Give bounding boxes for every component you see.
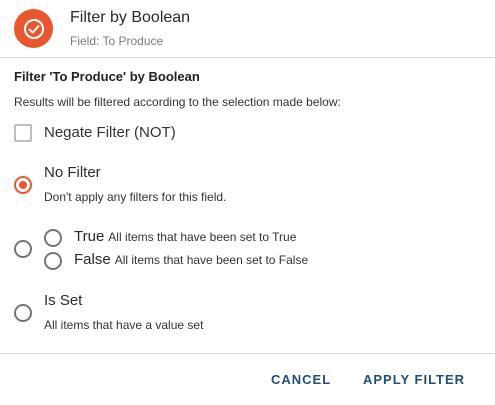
check-circle-icon: [14, 9, 53, 48]
true-label: True: [74, 228, 105, 245]
is-set-radio[interactable]: [14, 304, 32, 322]
dialog-subtitle: Field: To Produce: [70, 34, 164, 48]
section-description: Results will be filtered according to th…: [14, 95, 341, 109]
false-radio[interactable]: [44, 252, 62, 270]
cancel-button[interactable]: CANCEL: [271, 372, 331, 387]
is-set-description: All items that have a value set: [44, 318, 204, 332]
true-description: All items that have been set to True: [108, 230, 297, 244]
no-filter-description: Don't apply any filters for this field.: [44, 190, 227, 204]
value-radio[interactable]: [14, 240, 32, 258]
filter-dialog: Filter by Boolean Field: To Produce Filt…: [0, 0, 495, 405]
dialog-title: Filter by Boolean: [70, 9, 191, 26]
false-description: All items that have been set to False: [114, 253, 309, 267]
dialog-header: Filter by Boolean Field: To Produce: [0, 0, 495, 58]
false-label: False: [74, 251, 111, 268]
is-set-label[interactable]: Is Set: [44, 292, 82, 309]
false-option[interactable]: False All items that have been set to Fal…: [74, 251, 308, 268]
true-radio[interactable]: [44, 229, 62, 247]
negate-filter-checkbox[interactable]: [14, 124, 32, 142]
footer-divider: [0, 353, 495, 354]
negate-filter-label[interactable]: Negate Filter (NOT): [44, 124, 176, 141]
apply-filter-button[interactable]: APPLY FILTER: [363, 372, 465, 387]
section-title: Filter 'To Produce' by Boolean: [14, 69, 200, 84]
true-option[interactable]: True All items that have been set to True: [74, 228, 296, 245]
no-filter-radio[interactable]: [14, 176, 32, 194]
no-filter-label[interactable]: No Filter: [44, 164, 101, 181]
